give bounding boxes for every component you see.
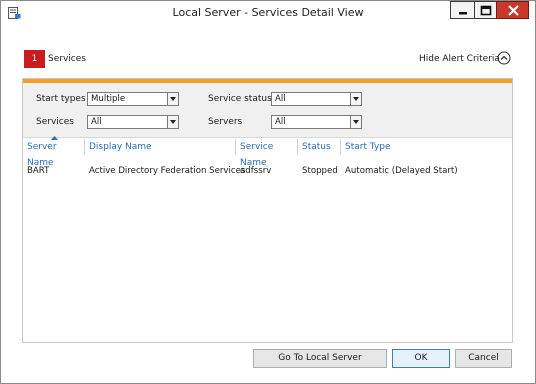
close-icon	[508, 5, 519, 16]
close-button[interactable]	[496, 1, 529, 19]
column-display-name[interactable]: Display Name	[85, 139, 236, 155]
services-label: Services	[36, 117, 74, 127]
table-header: Server Name Display Name Service Name St…	[23, 136, 512, 168]
service-status-label: Service status	[208, 94, 272, 104]
servers-dropdown[interactable]: All	[271, 115, 362, 129]
collapse-chevron-icon[interactable]	[497, 51, 511, 65]
cell-display-name: Active Directory Federation Services	[89, 166, 246, 176]
cell-status: Stopped	[302, 166, 338, 176]
column-service-name[interactable]: Service Name	[236, 139, 298, 168]
start-types-value: Multiple	[91, 94, 126, 104]
alert-panel: Start types Multiple Service status All …	[22, 78, 513, 343]
services-value: All	[91, 117, 102, 127]
service-status-value: All	[275, 94, 286, 104]
go-to-local-server-button[interactable]: Go To Local Server	[253, 349, 387, 368]
alert-label: Services	[48, 54, 86, 64]
minimize-button[interactable]	[450, 1, 474, 19]
cell-start-type: Automatic (Delayed Start)	[345, 166, 458, 176]
hide-alert-criteria-link[interactable]: Hide Alert Criteria	[419, 54, 500, 64]
chevron-down-icon	[167, 93, 178, 105]
chevron-down-icon	[350, 93, 361, 105]
cell-server-name: BART	[27, 166, 50, 176]
chevron-down-icon	[167, 116, 178, 128]
alert-count-badge: 1	[24, 50, 45, 68]
column-start-type[interactable]: Start Type	[341, 139, 512, 155]
sort-ascending-icon	[51, 136, 58, 140]
column-status[interactable]: Status	[298, 139, 341, 155]
start-types-label: Start types	[36, 94, 86, 104]
minimize-icon	[459, 12, 467, 15]
servers-value: All	[275, 117, 286, 127]
chevron-down-icon	[350, 116, 361, 128]
start-types-dropdown[interactable]: Multiple	[87, 92, 179, 106]
cell-service-name: adfssrv	[240, 166, 272, 176]
alert-criteria-section: Start types Multiple Service status All …	[23, 83, 512, 138]
services-detail-window: Local Server - Services Detail View 1 Se…	[0, 0, 536, 384]
services-dropdown[interactable]: All	[87, 115, 179, 129]
ok-button[interactable]: OK	[392, 349, 450, 368]
maximize-icon	[480, 5, 492, 16]
maximize-button[interactable]	[474, 1, 496, 19]
service-status-dropdown[interactable]: All	[271, 92, 362, 106]
title-bar: Local Server - Services Detail View	[1, 1, 535, 26]
servers-label: Servers	[208, 117, 243, 127]
column-server-name[interactable]: Server Name	[23, 139, 85, 168]
cancel-button[interactable]: Cancel	[455, 349, 512, 368]
